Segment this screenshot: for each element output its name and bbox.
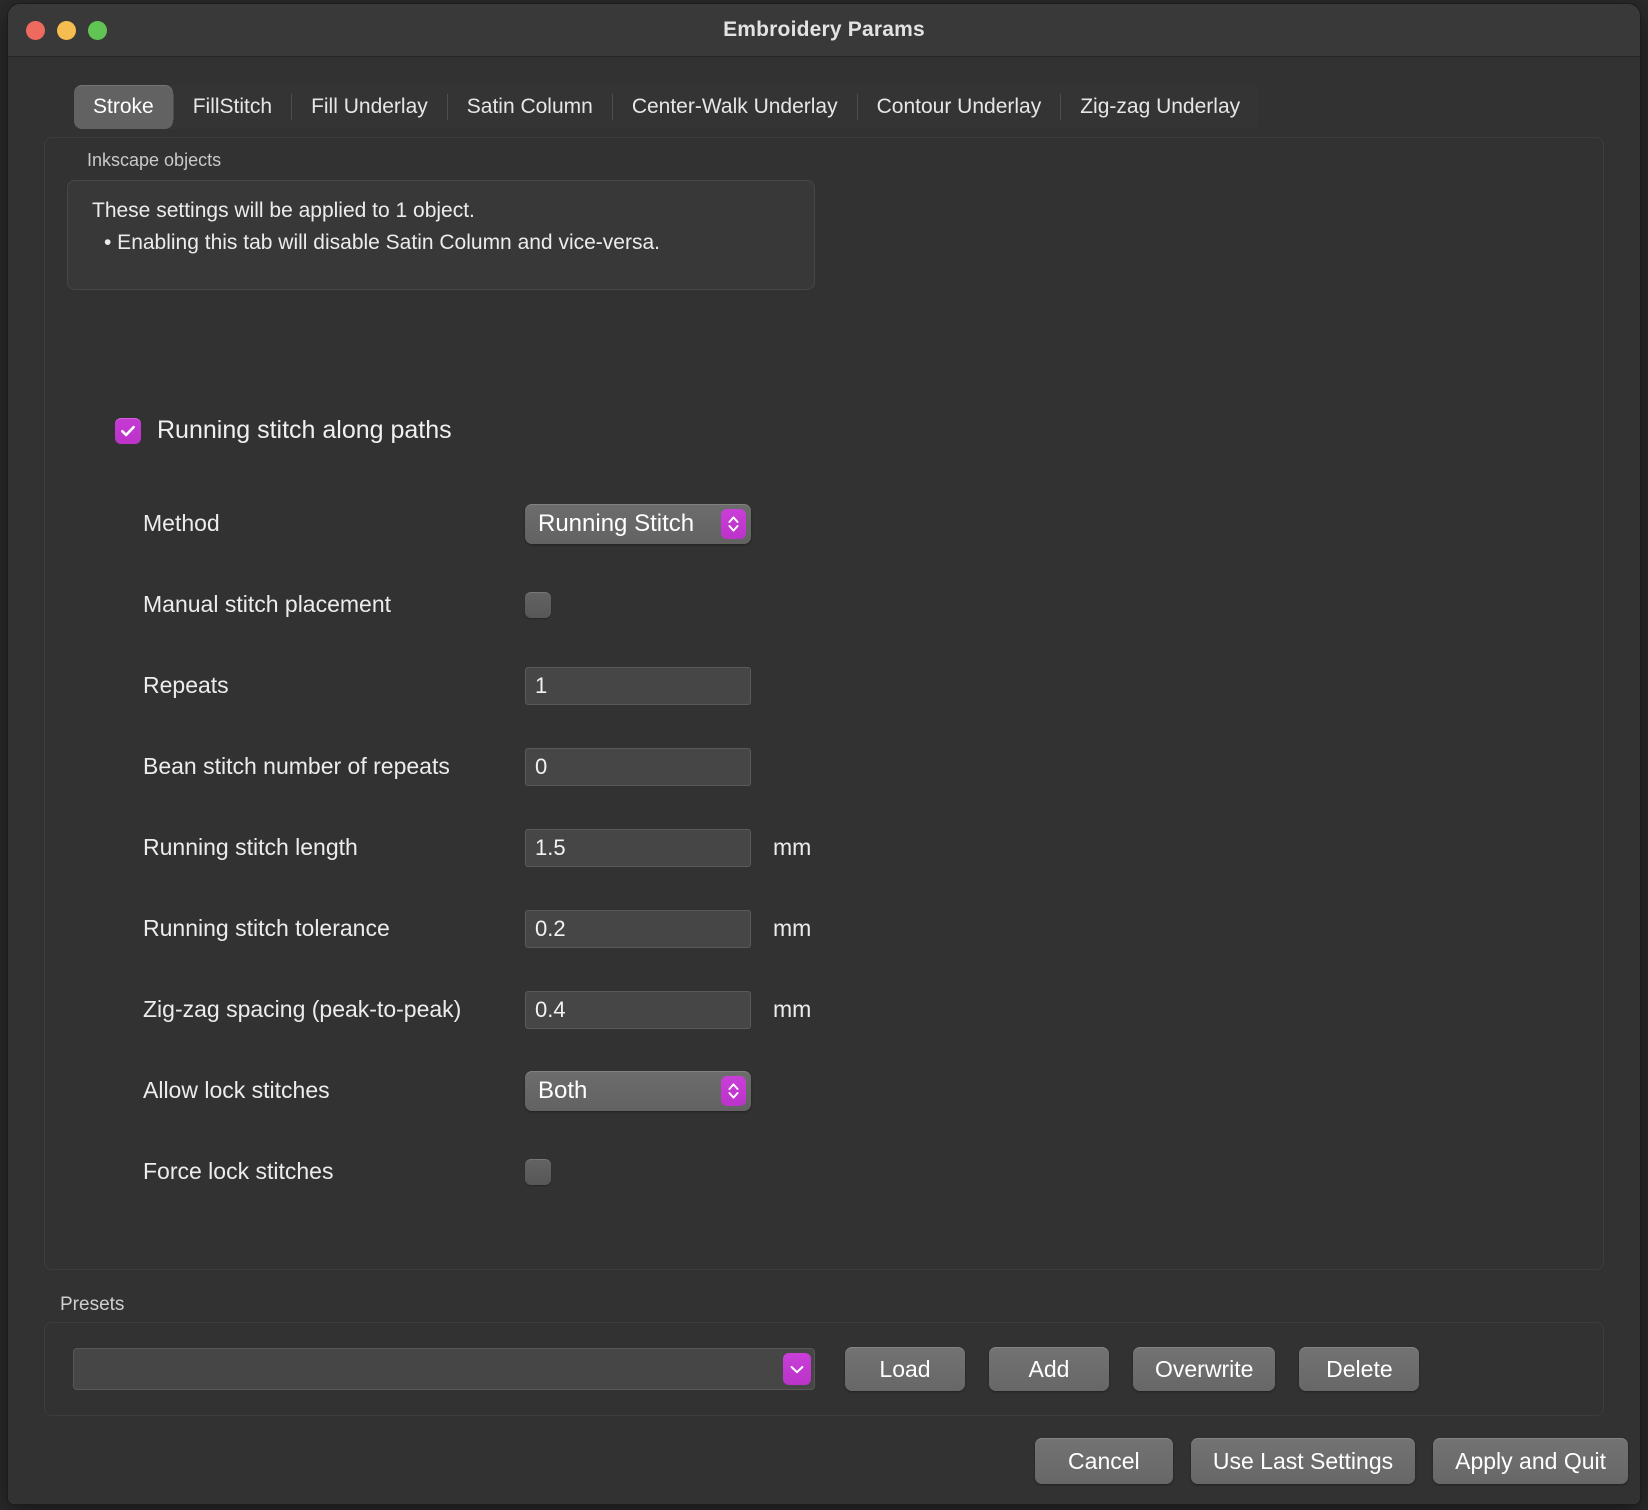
form-row-running-stitch-tolerance: Running stitch tolerance mm: [45, 888, 1603, 969]
chevron-up-down-icon[interactable]: [721, 508, 746, 539]
label-allow-lock-stitches: Allow lock stitches: [143, 1077, 330, 1103]
control-wrap-bean-stitch-number-of-repeats: [525, 747, 753, 786]
traffic-light-group: [26, 20, 107, 40]
load-preset-button[interactable]: Load: [845, 1347, 965, 1391]
label-running-stitch-length: Running stitch length: [143, 834, 358, 860]
window-title: Embroidery Params: [723, 18, 925, 41]
form-row-bean-stitch-number-of-repeats: Bean stitch number of repeats: [45, 726, 1603, 807]
label-manual-stitch-placement: Manual stitch placement: [143, 591, 392, 617]
control-wrap-method: Running Stitch: [525, 503, 753, 544]
checkbox-force-lock-stitches[interactable]: [525, 1158, 551, 1185]
label-bean-stitch-number-of-repeats: Bean stitch number of repeats: [143, 753, 450, 779]
chevron-down-icon[interactable]: [783, 1353, 811, 1385]
dialog-action-bar: Cancel Use Last Settings Apply and Quit: [8, 1416, 1640, 1504]
overwrite-preset-button[interactable]: Overwrite: [1133, 1347, 1276, 1391]
label-repeats: Repeats: [143, 672, 229, 698]
minimize-window-button[interactable]: [57, 20, 76, 40]
checkbox-manual-stitch-placement[interactable]: [525, 591, 551, 618]
tab-bar-container: Stroke FillStitch Fill Underlay Satin Colum…: [74, 85, 1574, 129]
input-running-stitch-length[interactable]: [525, 828, 751, 867]
label-force-lock-stitches: Force lock stitches: [143, 1158, 334, 1184]
running-stitch-enable-row[interactable]: Running stitch along paths: [115, 416, 452, 445]
control-wrap-running-stitch-tolerance: [525, 909, 753, 948]
unit-running-stitch-tolerance: mm: [773, 915, 812, 941]
form-row-running-stitch-length: Running stitch length mm: [45, 807, 1603, 888]
tab-bar: Stroke FillStitch Fill Underlay Satin Colum…: [74, 85, 1260, 129]
select-allow-lock-stitches[interactable]: Both: [525, 1070, 751, 1111]
info-line-1: These settings will be applied to 1 obje…: [92, 199, 475, 222]
running-stitch-enable-checkbox[interactable]: [115, 417, 141, 444]
close-window-button[interactable]: [26, 20, 45, 40]
tab-zig-zag-underlay[interactable]: Zig-zag Underlay: [1061, 85, 1259, 129]
presets-label: Presets: [60, 1294, 125, 1315]
form-row-force-lock-stitches: Force lock stitches: [45, 1131, 1603, 1212]
add-preset-button[interactable]: Add: [989, 1347, 1109, 1391]
form-row-zig-zag-spacing-peak-to-peak: Zig-zag spacing (peak-to-peak) mm: [45, 969, 1603, 1050]
window-body: Stroke FillStitch Fill Underlay Satin Colum…: [8, 57, 1640, 1504]
input-repeats[interactable]: [525, 666, 751, 705]
label-method: Method: [143, 510, 220, 536]
tab-contour-underlay[interactable]: Contour Underlay: [858, 85, 1061, 129]
cancel-button[interactable]: Cancel: [1034, 1438, 1173, 1484]
delete-preset-button[interactable]: Delete: [1299, 1347, 1420, 1391]
tab-fillstitch[interactable]: FillStitch: [174, 85, 291, 129]
control-wrap-force-lock-stitches: [525, 1158, 753, 1185]
embroidery-params-window: Embroidery Params Stroke FillStitch Fill U…: [8, 4, 1640, 1504]
presets-box: Load Add Overwrite Delete: [44, 1322, 1604, 1416]
control-wrap-manual-stitch-placement: [525, 591, 753, 618]
form-row-allow-lock-stitches: Allow lock stitches Both: [45, 1050, 1603, 1131]
control-wrap-running-stitch-length: [525, 828, 753, 867]
select-value-method: Running Stitch: [538, 509, 695, 537]
select-value-allow-lock-stitches: Both: [538, 1076, 588, 1104]
form-row-manual-stitch-placement: Manual stitch placement: [45, 564, 1603, 645]
control-wrap-repeats: [525, 666, 753, 705]
control-wrap-allow-lock-stitches: Both: [525, 1070, 753, 1111]
preset-buttons-group: Load Add Overwrite Delete: [845, 1347, 1420, 1391]
apply-and-quit-button[interactable]: Apply and Quit: [1433, 1438, 1628, 1484]
label-running-stitch-tolerance: Running stitch tolerance: [143, 915, 390, 941]
maximize-window-button[interactable]: [88, 20, 107, 40]
info-line-2: • Enabling this tab will disable Satin C…: [104, 230, 660, 254]
label-zig-zag-spacing-peak-to-peak: Zig-zag spacing (peak-to-peak): [143, 996, 462, 1022]
use-last-settings-button[interactable]: Use Last Settings: [1190, 1438, 1416, 1484]
settings-form: Method Running Stitch Manual stitch placem…: [45, 483, 1603, 1212]
select-method[interactable]: Running Stitch: [525, 503, 751, 544]
control-wrap-zig-zag-spacing-peak-to-peak: [525, 990, 753, 1029]
input-bean-stitch-number-of-repeats[interactable]: [525, 747, 751, 786]
presets-section: Presets Load Add Overwrite Delete: [8, 1294, 1640, 1416]
title-bar: Embroidery Params: [8, 4, 1640, 57]
tab-stroke[interactable]: Stroke: [74, 85, 173, 129]
form-row-method: Method Running Stitch: [45, 483, 1603, 564]
tab-fill-underlay[interactable]: Fill Underlay: [292, 85, 447, 129]
tab-center-walk-underlay[interactable]: Center-Walk Underlay: [613, 85, 857, 129]
info-message-box: These settings will be applied to 1 obje…: [67, 180, 815, 290]
input-running-stitch-tolerance[interactable]: [525, 909, 751, 948]
tab-satin-column[interactable]: Satin Column: [448, 85, 612, 129]
unit-running-stitch-length: mm: [773, 834, 812, 860]
running-stitch-enable-label: Running stitch along paths: [157, 416, 452, 444]
inkscape-objects-label: Inkscape objects: [87, 150, 222, 170]
unit-zig-zag-spacing-peak-to-peak: mm: [773, 996, 812, 1022]
input-zig-zag-spacing-peak-to-peak[interactable]: [525, 990, 751, 1029]
chevron-up-down-icon[interactable]: [721, 1075, 746, 1106]
stroke-settings-panel: Inkscape objects These settings will be …: [44, 137, 1604, 1270]
preset-name-combo[interactable]: [73, 1348, 815, 1390]
form-row-repeats: Repeats: [45, 645, 1603, 726]
